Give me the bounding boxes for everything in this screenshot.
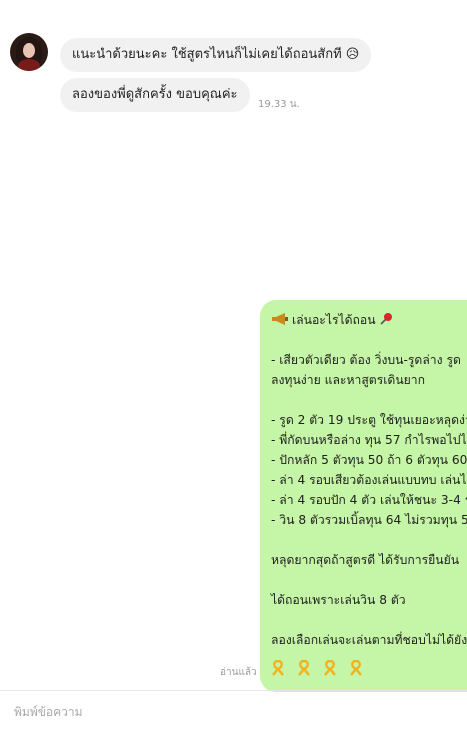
message-line: - พี่กัดบนหรือล่าง ทุน 57 กำไรพอไปไ	[271, 433, 467, 447]
outgoing-message: เล่นอะไรได้ถอน - เสียวตัวเดียว ต้อง วิ่ง…	[260, 300, 467, 692]
ribbon-icon	[323, 660, 336, 676]
ribbon-icon	[272, 660, 284, 676]
message-line: - รูด 2 ตัว 19 ประตู ใช้ทุนเยอะหลุดง่าย	[271, 413, 467, 427]
contact-avatar[interactable]	[10, 33, 48, 71]
message-title-line: เล่นอะไรได้ถอน	[271, 310, 467, 330]
message-line: - ล่า 4 รอบเสียวต้องเล่นแบบทบ เล่นได้	[271, 473, 467, 487]
message-timestamp: 19.33 น.	[258, 99, 300, 110]
ribbon-icon	[349, 660, 362, 676]
message-line: - เสียวตัวเดียว ต้อง วิ่งบน-รูดล่าง รูด	[271, 353, 461, 367]
message-title: เล่นอะไรได้ถอน	[292, 313, 376, 327]
pushpin-icon	[380, 313, 392, 325]
ribbon-icon	[297, 660, 310, 676]
message-input[interactable]	[12, 699, 456, 725]
message-line: หลุดยากสุดถ้าสูตรดี ได้รับการยืนยัน	[271, 553, 460, 567]
message-line: - ล่า 4 รอบปัก 4 ตัว เล่นให้ชนะ 3-4 ร	[271, 493, 467, 507]
message-line: ได้ถอนเพราะเล่นวิน 8 ตัว	[271, 593, 406, 607]
message-line: - วิน 8 ตัวรวมเบิ้ลทุน 64 ไม่รวมทุน 56	[271, 513, 467, 527]
avatar-body	[18, 59, 40, 71]
incoming-message: แนะนำด้วยนะคะ ใช้สูตรไหนก็ไม่เคยได้ถอนสั…	[60, 38, 372, 72]
message-line: - ปักหลัก 5 ตัวทุน 50 ถ้า 6 ตัวทุน 60	[271, 453, 467, 467]
incoming-message: ลองของพี่ดูสักครั้ง ขอบคุณค่ะ	[60, 78, 250, 112]
megaphone-icon	[272, 313, 288, 325]
message-line: ลองเลือกเล่นจะเล่นตามที่ชอบไม่ได้ยัง	[271, 633, 467, 647]
avatar-face	[23, 43, 35, 58]
message-line: ลงทุนง่าย และหาสูตรเดินยาก	[271, 373, 426, 387]
read-receipt: อ่านแล้ว	[220, 667, 257, 678]
message-composer	[0, 690, 467, 731]
ribbon-emoji-row	[271, 658, 467, 678]
